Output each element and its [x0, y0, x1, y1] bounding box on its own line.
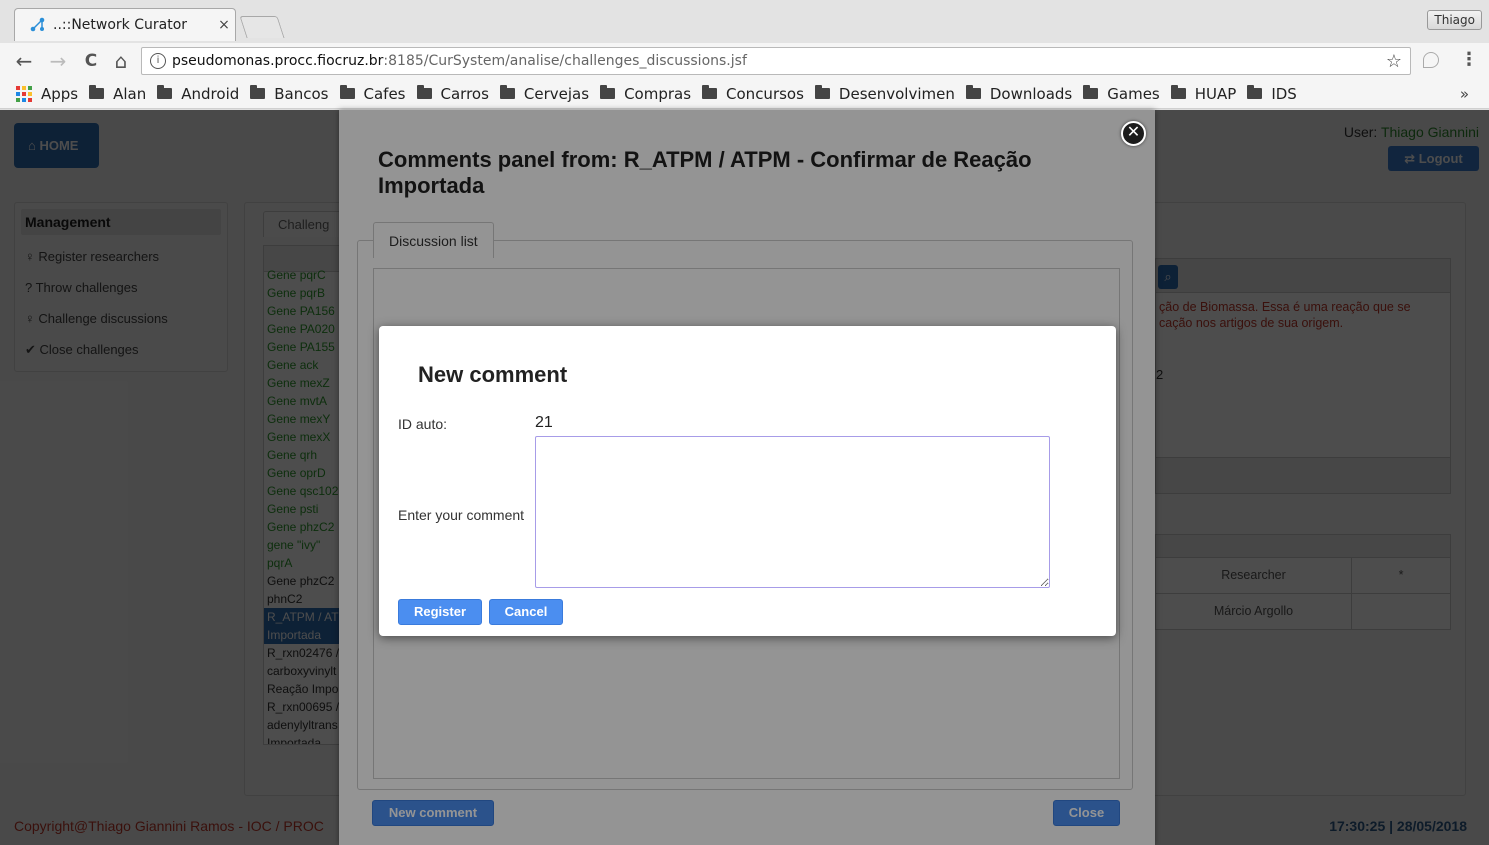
folder-icon	[157, 85, 173, 99]
bookmark-folder-cafes[interactable]: Cafes	[339, 84, 406, 103]
bookmark-label: Compras	[624, 84, 692, 103]
folder-icon	[702, 85, 718, 99]
network-favicon-icon	[30, 17, 45, 32]
bookmark-apps[interactable]: Apps	[16, 85, 78, 103]
id-value: 21	[535, 414, 553, 431]
folder-icon	[1247, 85, 1263, 99]
bookmark-label: IDS	[1271, 84, 1297, 103]
bookmark-folder-concursos[interactable]: Concursos	[702, 85, 804, 103]
comment-textarea[interactable]	[535, 436, 1050, 588]
profile-button[interactable]: Thiago	[1427, 10, 1482, 30]
url-path: :8185/CurSystem/analise/challenges_discu…	[383, 53, 747, 69]
browser-titlebar: ..::Network Curator × Thiago	[0, 0, 1489, 43]
bookmark-folder-cervejas[interactable]: Cervejas	[499, 84, 590, 103]
reload-icon[interactable]: C	[79, 49, 103, 73]
id-label: ID auto:	[398, 416, 448, 432]
bookmark-folder-bancos[interactable]: Bancos	[250, 84, 329, 103]
bookmark-label: Apps	[41, 84, 79, 103]
browser-toolbar: ← → C ⌂ i pseudomonas.procc.fiocruz.br :…	[0, 43, 1489, 79]
extension-icon[interactable]	[1423, 52, 1439, 68]
bookmark-folder-games[interactable]: Games	[1083, 84, 1160, 103]
apps-grid-icon	[16, 85, 32, 102]
bookmark-folder-desenvolvimento[interactable]: Desenvolvimen	[814, 84, 955, 103]
bookmark-label: Bancos	[274, 84, 329, 103]
folder-icon	[89, 85, 105, 99]
browser-menu-icon[interactable]: ⋮	[1460, 49, 1478, 70]
bookmark-label: Alan	[113, 84, 147, 103]
dialog-title: New comment	[418, 362, 568, 387]
bookmark-label: Carros	[440, 84, 489, 103]
folder-icon	[814, 85, 830, 99]
forward-arrow-icon[interactable]: →	[46, 49, 70, 73]
bookmarks-overflow-icon[interactable]: »	[1460, 85, 1469, 103]
folder-icon	[416, 85, 432, 99]
bookmark-folder-huap[interactable]: HUAP	[1170, 84, 1237, 103]
tab-close-icon[interactable]: ×	[213, 17, 235, 33]
new-tab-button[interactable]	[239, 16, 285, 38]
tab-title: ..::Network Curator	[53, 17, 188, 33]
bookmark-label: Desenvolvimen	[838, 84, 955, 103]
bookmark-label: HUAP	[1194, 84, 1237, 103]
bookmarks-bar: Apps Alan Android Bancos Cafes Carros Ce…	[0, 79, 1489, 109]
browser-tab[interactable]: ..::Network Curator ×	[14, 8, 236, 41]
folder-icon	[339, 85, 355, 99]
info-icon[interactable]: i	[150, 53, 166, 69]
bookmark-label: Cafes	[363, 84, 406, 103]
bookmark-folder-compras[interactable]: Compras	[600, 85, 691, 103]
folder-icon	[1170, 85, 1186, 99]
comment-label: Enter your comment	[398, 507, 525, 523]
register-button[interactable]: Register	[398, 599, 482, 625]
bookmark-label: Concursos	[726, 84, 804, 103]
cancel-button[interactable]: Cancel	[489, 599, 563, 625]
address-bar[interactable]: i pseudomonas.procc.fiocruz.br :8185/Cur…	[141, 47, 1411, 75]
bookmark-folder-android[interactable]: Android	[157, 85, 239, 103]
bookmark-label: Android	[181, 84, 240, 103]
back-arrow-icon[interactable]: ←	[12, 49, 36, 73]
bookmark-folder-ids[interactable]: IDS	[1247, 85, 1297, 103]
new-comment-dialog: New comment ID auto: 21 Enter your comme…	[379, 326, 1116, 636]
folder-icon	[250, 85, 266, 99]
bookmark-label: Games	[1107, 84, 1160, 103]
folder-icon	[499, 85, 515, 99]
close-icon[interactable]: ✕	[1121, 121, 1146, 146]
bookmark-folder-alan[interactable]: Alan	[89, 85, 146, 103]
bookmark-folder-downloads[interactable]: Downloads	[965, 84, 1073, 103]
folder-icon	[965, 85, 981, 99]
folder-icon	[600, 85, 616, 99]
url-host: pseudomonas.procc.fiocruz.br	[172, 53, 384, 69]
folder-icon	[1083, 85, 1099, 99]
bookmark-star-icon[interactable]: ☆	[1386, 51, 1402, 72]
bookmark-folder-carros[interactable]: Carros	[416, 84, 489, 103]
bookmark-label: Downloads	[989, 84, 1073, 103]
bookmark-label: Cervejas	[523, 84, 590, 103]
home-icon[interactable]: ⌂	[109, 49, 133, 73]
